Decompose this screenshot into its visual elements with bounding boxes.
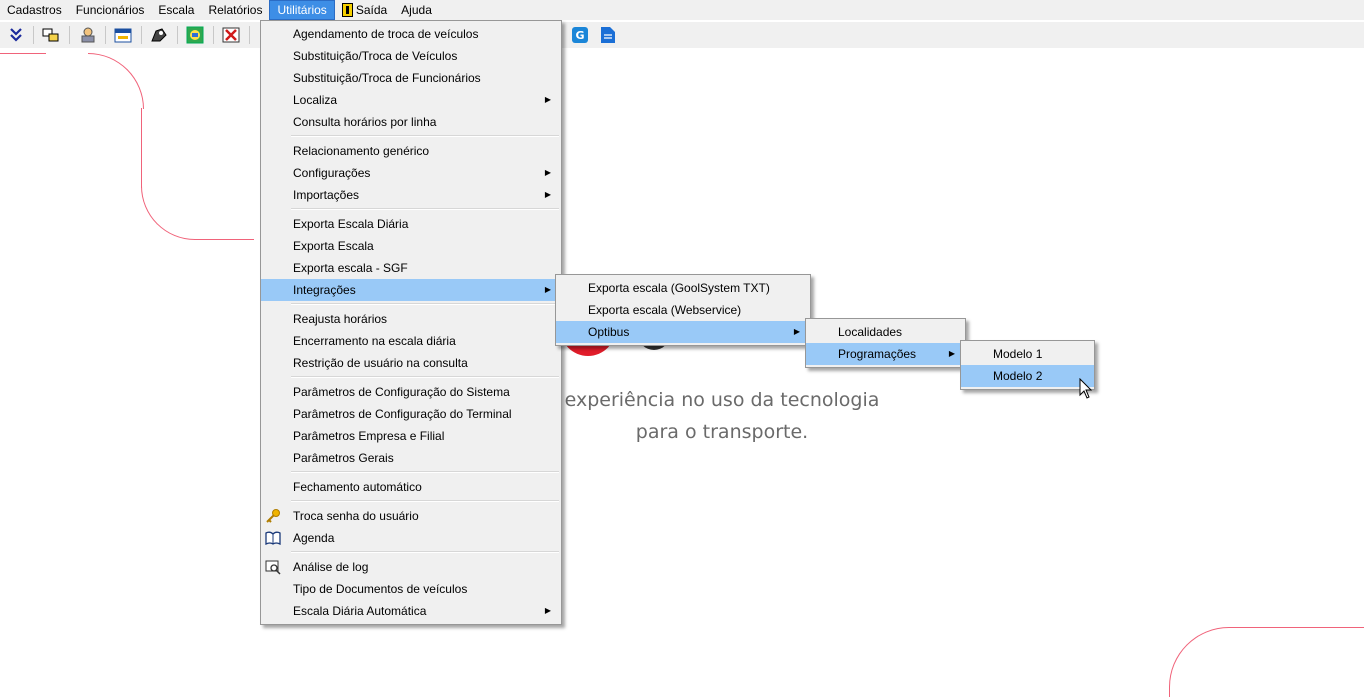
menu-separator — [291, 135, 559, 137]
menu-item-localidades[interactable]: Localidades — [806, 321, 965, 343]
menu-item-programacoes[interactable]: Programações ▶ — [806, 343, 965, 365]
menu-item-modelo-1[interactable]: Modelo 1 — [961, 343, 1094, 365]
menu-item-reajusta-horarios[interactable]: Reajusta horários — [261, 308, 561, 330]
driver-icon[interactable] — [78, 25, 98, 45]
menu-item-parametros-terminal[interactable]: Parâmetros de Configuração do Terminal — [261, 403, 561, 425]
menu-item-programacoes-label: Programações — [838, 347, 917, 361]
menu-item-agenda-label: Agenda — [293, 531, 335, 545]
submenu-arrow-icon: ▶ — [544, 285, 551, 294]
hand-icon[interactable] — [149, 25, 169, 45]
mouse-cursor-icon — [1079, 377, 1093, 400]
svg-text:G: G — [575, 29, 584, 42]
calendar-icon[interactable] — [113, 25, 133, 45]
menu-item-optibus[interactable]: Optibus ▶ — [556, 321, 810, 343]
menu-item-agendamento-troca-veiculos[interactable]: Agendamento de troca de veículos — [261, 23, 561, 45]
log-search-icon — [265, 559, 281, 575]
submenu-arrow-icon: ▶ — [793, 327, 800, 336]
menu-saida-label: Saída — [355, 3, 388, 17]
book-icon — [265, 530, 281, 546]
menu-separator — [291, 303, 559, 305]
menu-item-escala-diaria-automatica-label: Escala Diária Automática — [293, 604, 427, 618]
menu-item-importacoes-label: Importações — [293, 188, 360, 202]
menu-cadastros[interactable]: Cadastros — [0, 0, 69, 20]
submenu-arrow-icon: ▶ — [544, 168, 551, 177]
menu-item-integracoes[interactable]: Integrações ▶ — [261, 279, 561, 301]
menu-item-parametros-gerais[interactable]: Parâmetros Gerais — [261, 447, 561, 469]
menu-item-exporta-escala-diaria[interactable]: Exporta Escala Diária — [261, 213, 561, 235]
menu-separator — [291, 471, 559, 473]
decorative-line-top — [0, 53, 46, 54]
menu-item-troca-senha[interactable]: Troca senha do usuário — [261, 505, 561, 527]
decorative-curve-bottom-right — [1169, 627, 1364, 697]
menu-item-integracoes-label: Integrações — [293, 283, 356, 297]
submenu-arrow-icon: ▶ — [948, 349, 955, 358]
menu-item-exporta-escala-sgf[interactable]: Exporta escala - SGF — [261, 257, 561, 279]
key-icon — [265, 508, 281, 524]
menu-item-tipo-documentos[interactable]: Tipo de Documentos de veículos — [261, 578, 561, 600]
expand-down-icon[interactable] — [6, 25, 26, 45]
menu-item-parametros-sistema[interactable]: Parâmetros de Configuração do Sistema — [261, 381, 561, 403]
menu-separator — [291, 208, 559, 210]
menu-item-fechamento-automatico[interactable]: Fechamento automático — [261, 476, 561, 498]
menu-item-localiza[interactable]: Localiza ▶ — [261, 89, 561, 111]
menu-funcionarios[interactable]: Funcionários — [69, 0, 152, 20]
menu-item-relacionamento-generico[interactable]: Relacionamento genérico — [261, 140, 561, 162]
menu-item-importacoes[interactable]: Importações ▶ — [261, 184, 561, 206]
menu-item-exporta-goolsystem[interactable]: Exporta escala (GoolSystem TXT) — [556, 277, 810, 299]
menu-item-encerramento-escala[interactable]: Encerramento na escala diária — [261, 330, 561, 352]
menu-item-modelo-2[interactable]: Modelo 2 — [961, 365, 1094, 387]
menu-saida[interactable]: Saída — [335, 0, 394, 20]
menu-item-parametros-empresa[interactable]: Parâmetros Empresa e Filial — [261, 425, 561, 447]
menu-utilitarios[interactable]: Utilitários — [269, 0, 335, 20]
menu-item-escala-diaria-automatica[interactable]: Escala Diária Automática ▶ — [261, 600, 561, 622]
decorative-curve-top — [88, 53, 144, 109]
menu-item-consulta-horarios[interactable]: Consulta horários por linha — [261, 111, 561, 133]
menu-escala[interactable]: Escala — [151, 0, 201, 20]
menu-item-troca-senha-label: Troca senha do usuário — [293, 509, 419, 523]
menu-item-optibus-label: Optibus — [588, 325, 630, 339]
optibus-submenu: Localidades Programações ▶ — [805, 318, 966, 368]
menu-item-substituicao-funcionarios[interactable]: Substituição/Troca de Funcionários — [261, 67, 561, 89]
menu-ajuda[interactable]: Ajuda — [394, 0, 439, 20]
menu-item-analise-log[interactable]: Análise de log — [261, 556, 561, 578]
menu-item-localiza-label: Localiza — [293, 93, 338, 107]
menu-separator — [291, 500, 559, 502]
menu-item-exporta-escala[interactable]: Exporta Escala — [261, 235, 561, 257]
menu-item-analise-log-label: Análise de log — [293, 560, 369, 574]
decorative-curve-bottom — [141, 186, 195, 240]
menu-relatorios[interactable]: Relatórios — [201, 0, 269, 20]
programacoes-submenu: Modelo 1 Modelo 2 — [960, 340, 1095, 390]
menu-item-exporta-webservice[interactable]: Exporta escala (Webservice) — [556, 299, 810, 321]
menu-item-configuracoes[interactable]: Configurações ▶ — [261, 162, 561, 184]
tagline: experiência no uso da tecnologia para o … — [554, 384, 890, 448]
toolbar: G — [0, 22, 1364, 48]
submenu-arrow-icon: ▶ — [544, 606, 551, 615]
vehicles-icon[interactable] — [41, 25, 61, 45]
close-x-icon[interactable] — [221, 25, 241, 45]
decorative-line-bottom — [194, 238, 254, 240]
menu-separator — [291, 551, 559, 553]
schedule-icon[interactable] — [185, 25, 205, 45]
integracoes-submenu: Exporta escala (GoolSystem TXT) Exporta … — [555, 274, 811, 346]
menu-item-substituicao-veiculos[interactable]: Substituição/Troca de Veículos — [261, 45, 561, 67]
menu-bar: Cadastros Funcionários Escala Relatórios… — [0, 0, 1364, 20]
menu-item-agenda[interactable]: Agenda — [261, 527, 561, 549]
gool-icon[interactable]: G — [570, 25, 590, 45]
menu-item-configuracoes-label: Configurações — [293, 166, 371, 180]
submenu-arrow-icon: ▶ — [544, 95, 551, 104]
tagline-line-2: para o transporte. — [635, 421, 809, 443]
decorative-line-vertical — [141, 108, 142, 188]
submenu-arrow-icon: ▶ — [544, 190, 551, 199]
tagline-line-1: experiência no uso da tecnologia — [564, 389, 880, 411]
utilitarios-menu: Agendamento de troca de veículos Substit… — [260, 20, 562, 625]
exit-door-icon — [341, 3, 353, 17]
menu-separator — [291, 376, 559, 378]
menu-item-restricao-usuario[interactable]: Restrição de usuário na consulta — [261, 352, 561, 374]
document-icon[interactable] — [598, 25, 618, 45]
